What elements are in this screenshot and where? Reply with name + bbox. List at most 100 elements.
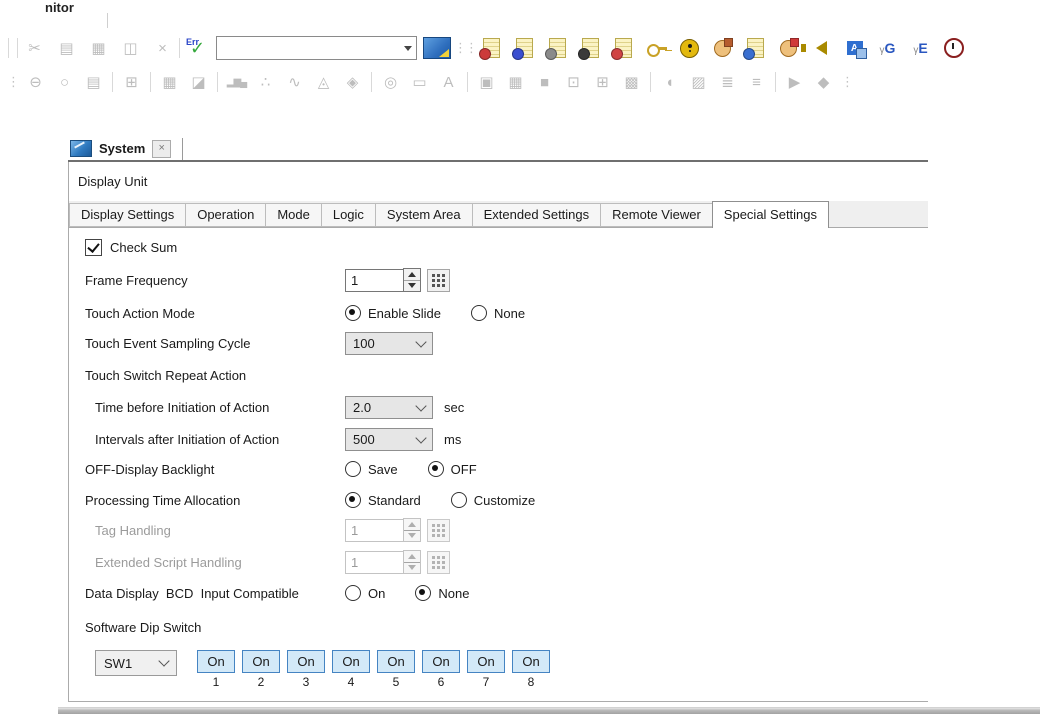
- radio-enable-slide[interactable]: Enable Slide: [345, 305, 441, 321]
- radio-icon[interactable]: [471, 305, 487, 321]
- radio-on[interactable]: On: [345, 585, 385, 601]
- radio-icon[interactable]: [415, 585, 431, 601]
- paste-icon[interactable]: ▦: [86, 36, 111, 60]
- radio-icon[interactable]: [428, 461, 444, 477]
- spinner-value-field[interactable]: 1: [345, 519, 403, 542]
- message-part-icon[interactable]: ▤: [81, 70, 106, 94]
- radar-graph-icon[interactable]: ◬: [311, 70, 336, 94]
- comment-part-icon[interactable]: ◖: [657, 70, 682, 94]
- keypad-button[interactable]: [427, 269, 450, 292]
- movie-camera-icon[interactable]: ■: [532, 70, 557, 94]
- keypad-button[interactable]: [427, 519, 450, 542]
- date-part-icon[interactable]: ⊞: [119, 70, 144, 94]
- meter-part-icon[interactable]: ◈: [340, 70, 365, 94]
- menu-fragment[interactable]: nitor: [45, 0, 74, 15]
- touch-operation-icon[interactable]: [776, 36, 801, 60]
- screen-preview-button[interactable]: [423, 37, 451, 59]
- sound-settings-icon[interactable]: [809, 36, 834, 60]
- picture-display-icon[interactable]: ▭: [407, 70, 432, 94]
- hand-data-icon[interactable]: [710, 36, 735, 60]
- cut-icon[interactable]: ✂: [22, 36, 47, 60]
- dip-switch-button[interactable]: On: [512, 650, 550, 673]
- radio-icon[interactable]: [345, 492, 361, 508]
- data-block-icon[interactable]: ◪: [186, 70, 211, 94]
- monitor-display-icon[interactable]: ⊡: [561, 70, 586, 94]
- copy-screen-icon[interactable]: [611, 36, 636, 60]
- duplicate-icon[interactable]: ◫: [118, 36, 143, 60]
- window-part-icon[interactable]: ▣: [474, 70, 499, 94]
- sampling-part-icon[interactable]: ◆: [811, 70, 836, 94]
- security-settings-icon[interactable]: [677, 36, 702, 60]
- dip-switch-button[interactable]: On: [422, 650, 460, 673]
- document-tab-system[interactable]: System ×: [70, 135, 183, 162]
- tab-extended-settings[interactable]: Extended Settings: [472, 203, 602, 227]
- radio-icon[interactable]: [451, 492, 467, 508]
- transfer-project-icon[interactable]: [512, 36, 537, 60]
- tab-display-settings[interactable]: Display Settings: [69, 203, 186, 227]
- image-unit-icon[interactable]: ▩: [619, 70, 644, 94]
- csv-export-icon[interactable]: [578, 36, 603, 60]
- time-before-dropdown[interactable]: 2.0: [345, 396, 433, 419]
- dip-switch-button[interactable]: On: [287, 650, 325, 673]
- tab-operation[interactable]: Operation: [185, 203, 266, 227]
- historical-trend-icon[interactable]: ◎: [378, 70, 403, 94]
- tab-mode[interactable]: Mode: [265, 203, 322, 227]
- remote-pc-icon[interactable]: ⊞: [590, 70, 615, 94]
- text-display-icon[interactable]: A: [436, 70, 461, 94]
- lamp-part-icon[interactable]: ○: [52, 70, 77, 94]
- global-function-icon[interactable]: γG: [875, 36, 900, 60]
- switch-part-icon[interactable]: ⊖: [23, 70, 48, 94]
- radio-customize[interactable]: Customize: [451, 492, 535, 508]
- spin-up-button[interactable]: [404, 551, 420, 562]
- radio-off[interactable]: OFF: [428, 461, 477, 477]
- alarm-list-icon[interactable]: ≡: [744, 70, 769, 94]
- dip-switch-button[interactable]: On: [467, 650, 505, 673]
- tab-special-settings[interactable]: Special Settings: [712, 201, 829, 228]
- dip-switch-button[interactable]: On: [242, 650, 280, 673]
- spin-up-button[interactable]: [404, 519, 420, 530]
- error-check-icon[interactable]: Err ✓: [184, 36, 210, 60]
- extended-function-icon[interactable]: γE: [908, 36, 933, 60]
- schedule-table-icon[interactable]: [743, 36, 768, 60]
- radio-standard[interactable]: Standard: [345, 492, 421, 508]
- check-sum-checkbox[interactable]: [85, 239, 102, 256]
- radio-icon[interactable]: [345, 585, 361, 601]
- radio-none[interactable]: None: [415, 585, 469, 601]
- transfer-settings-icon[interactable]: [479, 36, 504, 60]
- spin-down-button[interactable]: [404, 562, 420, 574]
- radio-save[interactable]: Save: [345, 461, 398, 477]
- key-settings-icon[interactable]: [644, 36, 669, 60]
- package-timer-icon[interactable]: [941, 36, 966, 60]
- symbol-part-icon[interactable]: ▨: [686, 70, 711, 94]
- close-icon[interactable]: ×: [152, 140, 171, 158]
- radio-icon[interactable]: [345, 461, 361, 477]
- bar-graph-icon[interactable]: ▂▆▄: [224, 70, 249, 94]
- spin-down-button[interactable]: [404, 280, 420, 292]
- system-settings-icon[interactable]: [545, 36, 570, 60]
- intervals-after-dropdown[interactable]: 500: [345, 428, 433, 451]
- data-list-icon[interactable]: ≣: [715, 70, 740, 94]
- radio-none[interactable]: None: [471, 305, 525, 321]
- sampling-cycle-dropdown[interactable]: 100: [345, 332, 433, 355]
- film-display-icon[interactable]: ▦: [503, 70, 528, 94]
- spin-down-button[interactable]: [404, 530, 420, 542]
- tab-system-area[interactable]: System Area: [375, 203, 473, 227]
- dip-switch-button[interactable]: On: [197, 650, 235, 673]
- spinner-value-field[interactable]: 1: [345, 269, 403, 292]
- delete-icon[interactable]: ×: [150, 36, 175, 60]
- horizontal-scrollbar[interactable]: [58, 707, 1040, 714]
- radio-icon[interactable]: [345, 305, 361, 321]
- tab-logic[interactable]: Logic: [321, 203, 376, 227]
- keypad-part-icon[interactable]: ▦: [157, 70, 182, 94]
- keypad-button[interactable]: [427, 551, 450, 574]
- line-graph-icon[interactable]: ∿: [282, 70, 307, 94]
- spin-up-button[interactable]: [404, 269, 420, 280]
- dip-switch-button[interactable]: On: [377, 650, 415, 673]
- tab-remote-viewer[interactable]: Remote Viewer: [600, 203, 713, 227]
- copy-icon[interactable]: ▤: [54, 36, 79, 60]
- spinner-value-field[interactable]: 1: [345, 551, 403, 574]
- dip-switch-button[interactable]: On: [332, 650, 370, 673]
- screen-select-combobox[interactable]: [216, 36, 417, 60]
- language-change-icon[interactable]: A: [842, 36, 867, 60]
- scatter-graph-icon[interactable]: ∴: [253, 70, 278, 94]
